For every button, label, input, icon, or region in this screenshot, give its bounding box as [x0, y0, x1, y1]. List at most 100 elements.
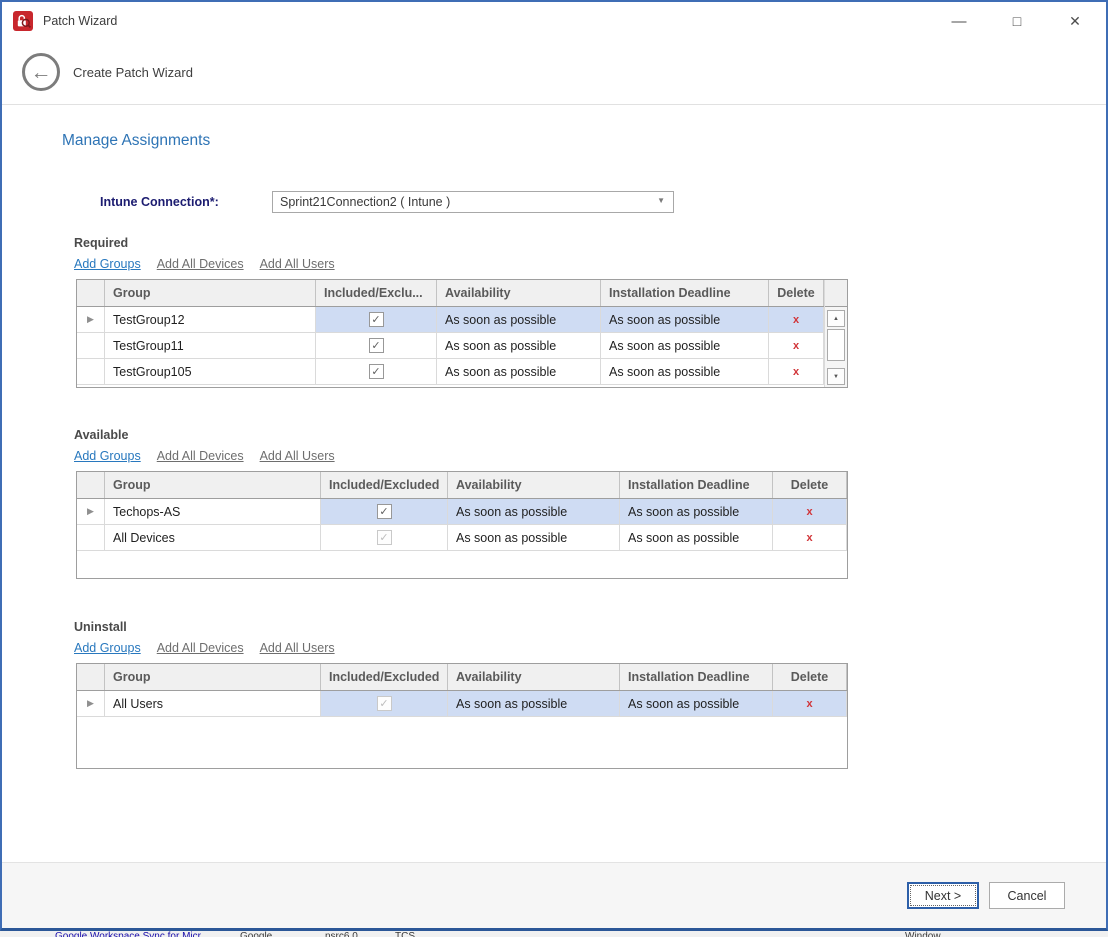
table-row: ▶Techops-AS ✓ As soon as possibleAs soon a… [77, 499, 847, 525]
availability-cell[interactable]: As soon as possible [448, 691, 620, 716]
table-row: ▶TestGroup12 ✓ As soon as possibleAs soon … [77, 307, 824, 333]
row-selector[interactable]: ▶ [77, 499, 105, 524]
main-content: Manage Assignments Intune Connection*: S… [2, 132, 1106, 769]
included-checkbox[interactable]: ✓ [369, 364, 384, 379]
column-header-inc[interactable]: Included/Excluded [321, 664, 448, 690]
column-header-group[interactable]: Group [105, 664, 321, 690]
group-cell[interactable]: TestGroup11 [105, 333, 316, 358]
minimize-button[interactable]: — [930, 2, 988, 40]
installation-deadline-cell[interactable]: As soon as possible [620, 525, 773, 550]
included-checkbox[interactable]: ✓ [377, 530, 392, 545]
delete-button[interactable]: x [773, 525, 847, 550]
intune-connection-dropdown[interactable]: Sprint21Connection2 ( Intune ) ▼ [272, 191, 674, 213]
column-header-avail[interactable]: Availability [437, 280, 601, 306]
group-cell[interactable]: All Devices [105, 525, 321, 550]
minimize-icon: — [952, 13, 967, 30]
included-checkbox[interactable]: ✓ [369, 312, 384, 327]
column-header-group[interactable]: Group [105, 472, 321, 498]
scroll-down-button[interactable]: ▼ [827, 368, 845, 385]
column-header-dead[interactable]: Installation Deadline [620, 472, 773, 498]
availability-cell[interactable]: As soon as possible [448, 525, 620, 550]
column-header-del[interactable]: Delete [773, 472, 847, 498]
row-selector[interactable] [77, 333, 105, 358]
group-cell[interactable]: Techops-AS [105, 499, 321, 524]
background-window-sliver: Google Workspace Sync for Micr...Googlen… [0, 931, 1108, 937]
delete-button[interactable]: x [769, 359, 824, 384]
column-header-dead[interactable]: Installation Deadline [601, 280, 769, 306]
delete-button[interactable]: x [769, 333, 824, 358]
row-selector[interactable]: ▶ [77, 307, 105, 332]
row-selector[interactable] [77, 525, 105, 550]
availability-cell[interactable]: As soon as possible [437, 333, 601, 358]
installation-deadline-cell[interactable]: As soon as possible [601, 333, 769, 358]
add-all-users-link[interactable]: Add All Users [260, 449, 335, 463]
window-controls: — □ ✕ [930, 2, 1104, 40]
table-row: ▶All Users ✓ As soon as possibleAs soon as… [77, 691, 847, 717]
availability-cell[interactable]: As soon as possible [437, 359, 601, 384]
installation-deadline-cell[interactable]: As soon as possible [601, 307, 769, 332]
group-cell[interactable]: TestGroup105 [105, 359, 316, 384]
row-selector[interactable] [77, 359, 105, 384]
background-text-fragment: Google [240, 931, 272, 937]
column-header-del[interactable]: Delete [773, 664, 847, 690]
add-all-devices-link[interactable]: Add All Devices [157, 641, 244, 655]
installation-deadline-cell[interactable]: As soon as possible [620, 691, 773, 716]
availability-cell[interactable]: As soon as possible [448, 499, 620, 524]
section-links: Add Groups Add All Devices Add All Users [74, 449, 852, 463]
background-text-fragment: Google Workspace Sync for Micr... [55, 931, 209, 937]
included-cell[interactable]: ✓ [316, 307, 437, 332]
close-button[interactable]: ✕ [1046, 2, 1104, 40]
add-all-devices-link[interactable]: Add All Devices [157, 449, 244, 463]
availability-cell[interactable]: As soon as possible [437, 307, 601, 332]
column-header-avail[interactable]: Availability [448, 472, 620, 498]
included-cell[interactable]: ✓ [321, 499, 448, 524]
scrollbar-header-stub [825, 280, 847, 307]
group-cell[interactable]: All Users [105, 691, 321, 716]
delete-button[interactable]: x [773, 691, 847, 716]
column-header-group[interactable]: Group [105, 280, 316, 306]
add-all-users-link[interactable]: Add All Users [260, 641, 335, 655]
section-title: Available [74, 428, 852, 442]
column-header-inc[interactable]: Included/Excluded [321, 472, 448, 498]
window-title: Patch Wizard [43, 14, 117, 28]
vertical-scrollbar[interactable]: ▲ ▼ [824, 280, 847, 387]
footer-bar: Next > Cancel [2, 862, 1106, 928]
included-checkbox[interactable]: ✓ [377, 504, 392, 519]
assignments-grid: GroupIncluded/Exclu...AvailabilityInstal… [76, 279, 848, 388]
delete-button[interactable]: x [769, 307, 824, 332]
maximize-icon: □ [1013, 13, 1021, 29]
included-cell[interactable]: ✓ [321, 691, 448, 716]
scrollbar-thumb[interactable] [827, 329, 845, 361]
row-selector[interactable]: ▶ [77, 691, 105, 716]
add-groups-link[interactable]: Add Groups [74, 257, 141, 271]
cancel-button[interactable]: Cancel [989, 882, 1065, 909]
table-row: All Devices ✓ As soon as possibleAs soon a… [77, 525, 847, 551]
group-cell[interactable]: TestGroup12 [105, 307, 316, 332]
column-header-del[interactable]: Delete [769, 280, 824, 306]
section-title: Uninstall [74, 620, 852, 634]
installation-deadline-cell[interactable]: As soon as possible [620, 499, 773, 524]
installation-deadline-cell[interactable]: As soon as possible [601, 359, 769, 384]
included-cell[interactable]: ✓ [316, 359, 437, 384]
back-button[interactable]: ← [22, 53, 60, 91]
column-header-inc[interactable]: Included/Exclu... [316, 280, 437, 306]
next-button[interactable]: Next > [907, 882, 979, 909]
column-header-dead[interactable]: Installation Deadline [620, 664, 773, 690]
included-cell[interactable]: ✓ [316, 333, 437, 358]
included-cell[interactable]: ✓ [321, 525, 448, 550]
app-lock-icon [13, 11, 33, 31]
add-groups-link[interactable]: Add Groups [74, 449, 141, 463]
section-links: Add Groups Add All Devices Add All Users [74, 257, 852, 271]
included-checkbox[interactable]: ✓ [369, 338, 384, 353]
delete-button[interactable]: x [773, 499, 847, 524]
add-all-devices-link[interactable]: Add All Devices [157, 257, 244, 271]
add-all-users-link[interactable]: Add All Users [260, 257, 335, 271]
column-header-avail[interactable]: Availability [448, 664, 620, 690]
included-checkbox[interactable]: ✓ [377, 696, 392, 711]
intune-connection-value: Sprint21Connection2 ( Intune ) [280, 195, 450, 209]
section-links: Add Groups Add All Devices Add All Users [74, 641, 852, 655]
assignment-section: Uninstall Add Groups Add All Devices Add A… [74, 620, 852, 769]
add-groups-link[interactable]: Add Groups [74, 641, 141, 655]
scroll-up-button[interactable]: ▲ [827, 310, 845, 327]
maximize-button[interactable]: □ [988, 2, 1046, 40]
